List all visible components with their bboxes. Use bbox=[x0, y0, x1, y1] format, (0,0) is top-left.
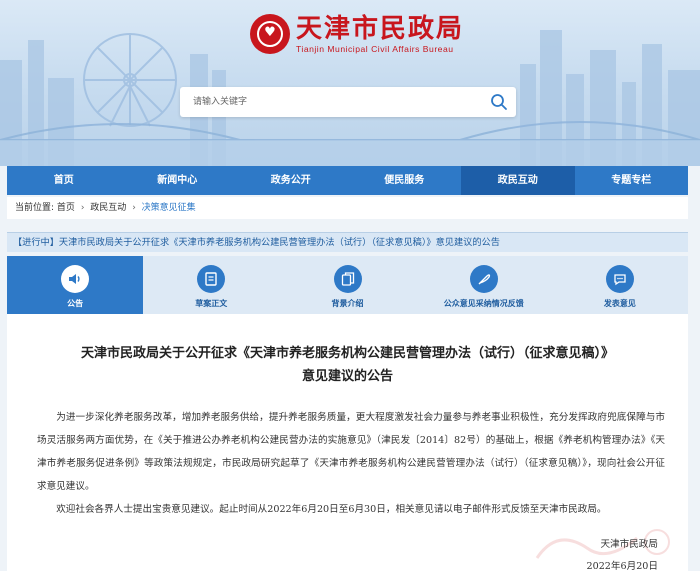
article-signature: 天津市民政局 2022年6月20日 bbox=[586, 534, 658, 571]
document-icon bbox=[197, 265, 226, 293]
signature-org: 天津市民政局 bbox=[600, 539, 658, 550]
article-tabs: 公告 草案正文 背景介绍 公众意见采纳情况反馈 发表意见 bbox=[7, 256, 688, 314]
tab-announcement[interactable]: 公告 bbox=[7, 256, 144, 314]
article-paragraph: 为进一步深化养老服务改革，增加养老服务供给，提升养老服务质量，更大程度激发社会力… bbox=[37, 412, 665, 492]
chat-bubble-icon bbox=[605, 265, 634, 293]
tab-label: 公众意见采纳情况反馈 bbox=[443, 299, 524, 308]
tab-label: 背景介绍 bbox=[331, 299, 364, 308]
article-title-line: 天津市民政局关于公开征求《天津市养老服务机构公建民营管理办法（试行）（征求意见稿… bbox=[80, 346, 614, 361]
logo-title: 天津市民政局 bbox=[296, 14, 465, 44]
nav-item-news[interactable]: 新闻中心 bbox=[121, 166, 235, 195]
tab-feedback[interactable]: 公众意见采纳情况反馈 bbox=[416, 256, 552, 314]
signature-date: 2022年6月20日 bbox=[586, 561, 658, 571]
article-panel: 天津市民政局关于公开征求《天津市养老服务机构公建民营管理办法（试行）（征求意见稿… bbox=[7, 314, 688, 571]
tab-label: 发表意见 bbox=[603, 299, 636, 308]
speaker-icon bbox=[61, 265, 90, 293]
breadcrumb-home[interactable]: 首页 bbox=[57, 203, 75, 213]
breadcrumb-current[interactable]: 决策意见征集 bbox=[142, 203, 196, 213]
breadcrumb: 当前位置: 首页 › 政民互动 › 决策意见征集 bbox=[7, 197, 688, 219]
search-button[interactable] bbox=[482, 88, 516, 116]
feather-icon bbox=[469, 265, 498, 293]
tab-background[interactable]: 背景介绍 bbox=[279, 256, 415, 314]
article-title: 天津市民政局关于公开征求《天津市养老服务机构公建民营管理办法（试行）（征求意见稿… bbox=[7, 342, 688, 388]
nav-item-topics[interactable]: 专题专栏 bbox=[575, 166, 689, 195]
search-input[interactable] bbox=[180, 88, 482, 116]
article-title-line: 意见建议的公告 bbox=[301, 369, 393, 384]
nav-item-services[interactable]: 便民服务 bbox=[348, 166, 462, 195]
breadcrumb-separator: › bbox=[132, 203, 136, 213]
search-box bbox=[180, 87, 516, 117]
notice-bar: 【进行中】天津市民政局关于公开征求《天津市养老服务机构公建民营管理办法（试行）（… bbox=[7, 232, 688, 252]
breadcrumb-interaction[interactable]: 政民互动 bbox=[90, 203, 126, 213]
nav-item-interaction[interactable]: 政民互动 bbox=[461, 166, 575, 195]
nav-item-home[interactable]: 首页 bbox=[7, 166, 121, 195]
breadcrumb-prefix: 当前位置: bbox=[15, 203, 55, 213]
breadcrumb-separator: › bbox=[80, 203, 85, 213]
tab-submit-opinion[interactable]: 发表意见 bbox=[552, 256, 688, 314]
logo-subtitle: Tianjin Municipal Civil Affairs Bureau bbox=[296, 44, 454, 54]
tab-label: 草案正文 bbox=[195, 299, 228, 308]
tab-label: 公告 bbox=[67, 299, 84, 308]
files-icon bbox=[333, 265, 362, 293]
article-body: 为进一步深化养老服务改革，增加养老服务供给，提升养老服务质量，更大程度激发社会力… bbox=[37, 406, 665, 521]
tab-draft-text[interactable]: 草案正文 bbox=[143, 256, 279, 314]
search-icon bbox=[491, 94, 507, 110]
header-banner: ♥ 天津市民政局 Tianjin Municipal Civil Affairs… bbox=[0, 0, 700, 166]
site-logo[interactable]: ♥ 天津市民政局 Tianjin Municipal Civil Affairs… bbox=[250, 14, 464, 54]
emblem-icon: ♥ bbox=[250, 14, 290, 54]
nav-item-gov-info[interactable]: 政务公开 bbox=[234, 166, 348, 195]
main-nav: 首页 新闻中心 政务公开 便民服务 政民互动 专题专栏 bbox=[7, 166, 688, 195]
